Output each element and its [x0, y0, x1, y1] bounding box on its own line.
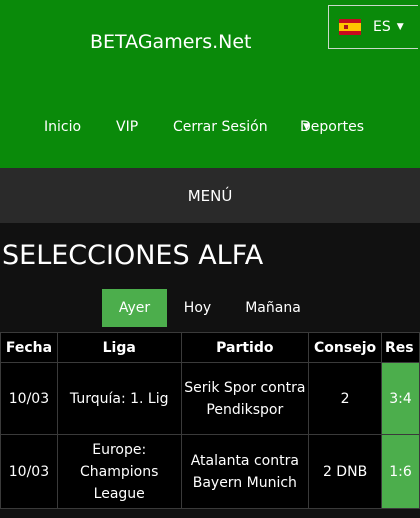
column-header-liga: Liga [56, 332, 182, 363]
column-header-partido: Partido [180, 332, 310, 363]
cell-res: 3:4 [381, 362, 420, 435]
page-title: SELECCIONES ALFA [2, 240, 264, 271]
main-nav: Inicio VIP Cerrar Sesión Deportes ▼ [0, 119, 420, 139]
cell-liga: Turquía: 1. Lig [56, 362, 182, 435]
nav-item-inicio[interactable]: Inicio [44, 119, 81, 135]
column-header-res: Res [381, 332, 420, 363]
table-row: 10/03 Europe: Champions League Atalanta … [0, 434, 420, 509]
table-header-row: Fecha Liga Partido Consejo Res [0, 332, 420, 363]
cell-fecha: 10/03 [0, 434, 58, 509]
site-brand[interactable]: BETAGamers.Net [90, 31, 252, 53]
table-row: 10/03 Turquía: 1. Lig Serik Spor contra … [0, 362, 420, 435]
menu-toggle[interactable]: MENÚ [0, 168, 420, 223]
site-header: BETAGamers.Net ES ▼ Inicio VIP Cerrar Se… [0, 0, 420, 168]
menu-label: MENÚ [187, 186, 233, 205]
tab-hoy[interactable]: Hoy [170, 289, 225, 327]
column-header-consejo: Consejo [308, 332, 383, 363]
cell-partido: Atalanta contra Bayern Munich [180, 434, 310, 509]
caret-down-icon: ▼ [303, 122, 310, 132]
language-label: ES [373, 19, 391, 35]
column-header-fecha: Fecha [0, 332, 58, 363]
chevron-down-icon: ▼ [396, 22, 404, 32]
cell-partido: Serik Spor contra Pendikspor [180, 362, 310, 435]
cell-consejo: 2 DNB [308, 434, 383, 509]
nav-item-vip[interactable]: VIP [116, 119, 138, 135]
cell-res: 1:6 [381, 434, 420, 509]
language-selector[interactable]: ES ▼ [328, 5, 418, 49]
picks-table: Fecha Liga Partido Consejo Res 10/03 Tur… [0, 332, 420, 509]
cell-liga: Europe: Champions League [56, 434, 182, 509]
spain-flag-icon [339, 19, 361, 35]
nav-item-cerrar-sesion[interactable]: Cerrar Sesión [173, 119, 268, 135]
tab-manana[interactable]: Mañana [232, 289, 314, 327]
nav-item-deportes[interactable]: Deportes ▼ [300, 119, 364, 135]
cell-consejo: 2 [308, 362, 383, 435]
tab-ayer[interactable]: Ayer [102, 289, 167, 327]
cell-fecha: 10/03 [0, 362, 58, 435]
